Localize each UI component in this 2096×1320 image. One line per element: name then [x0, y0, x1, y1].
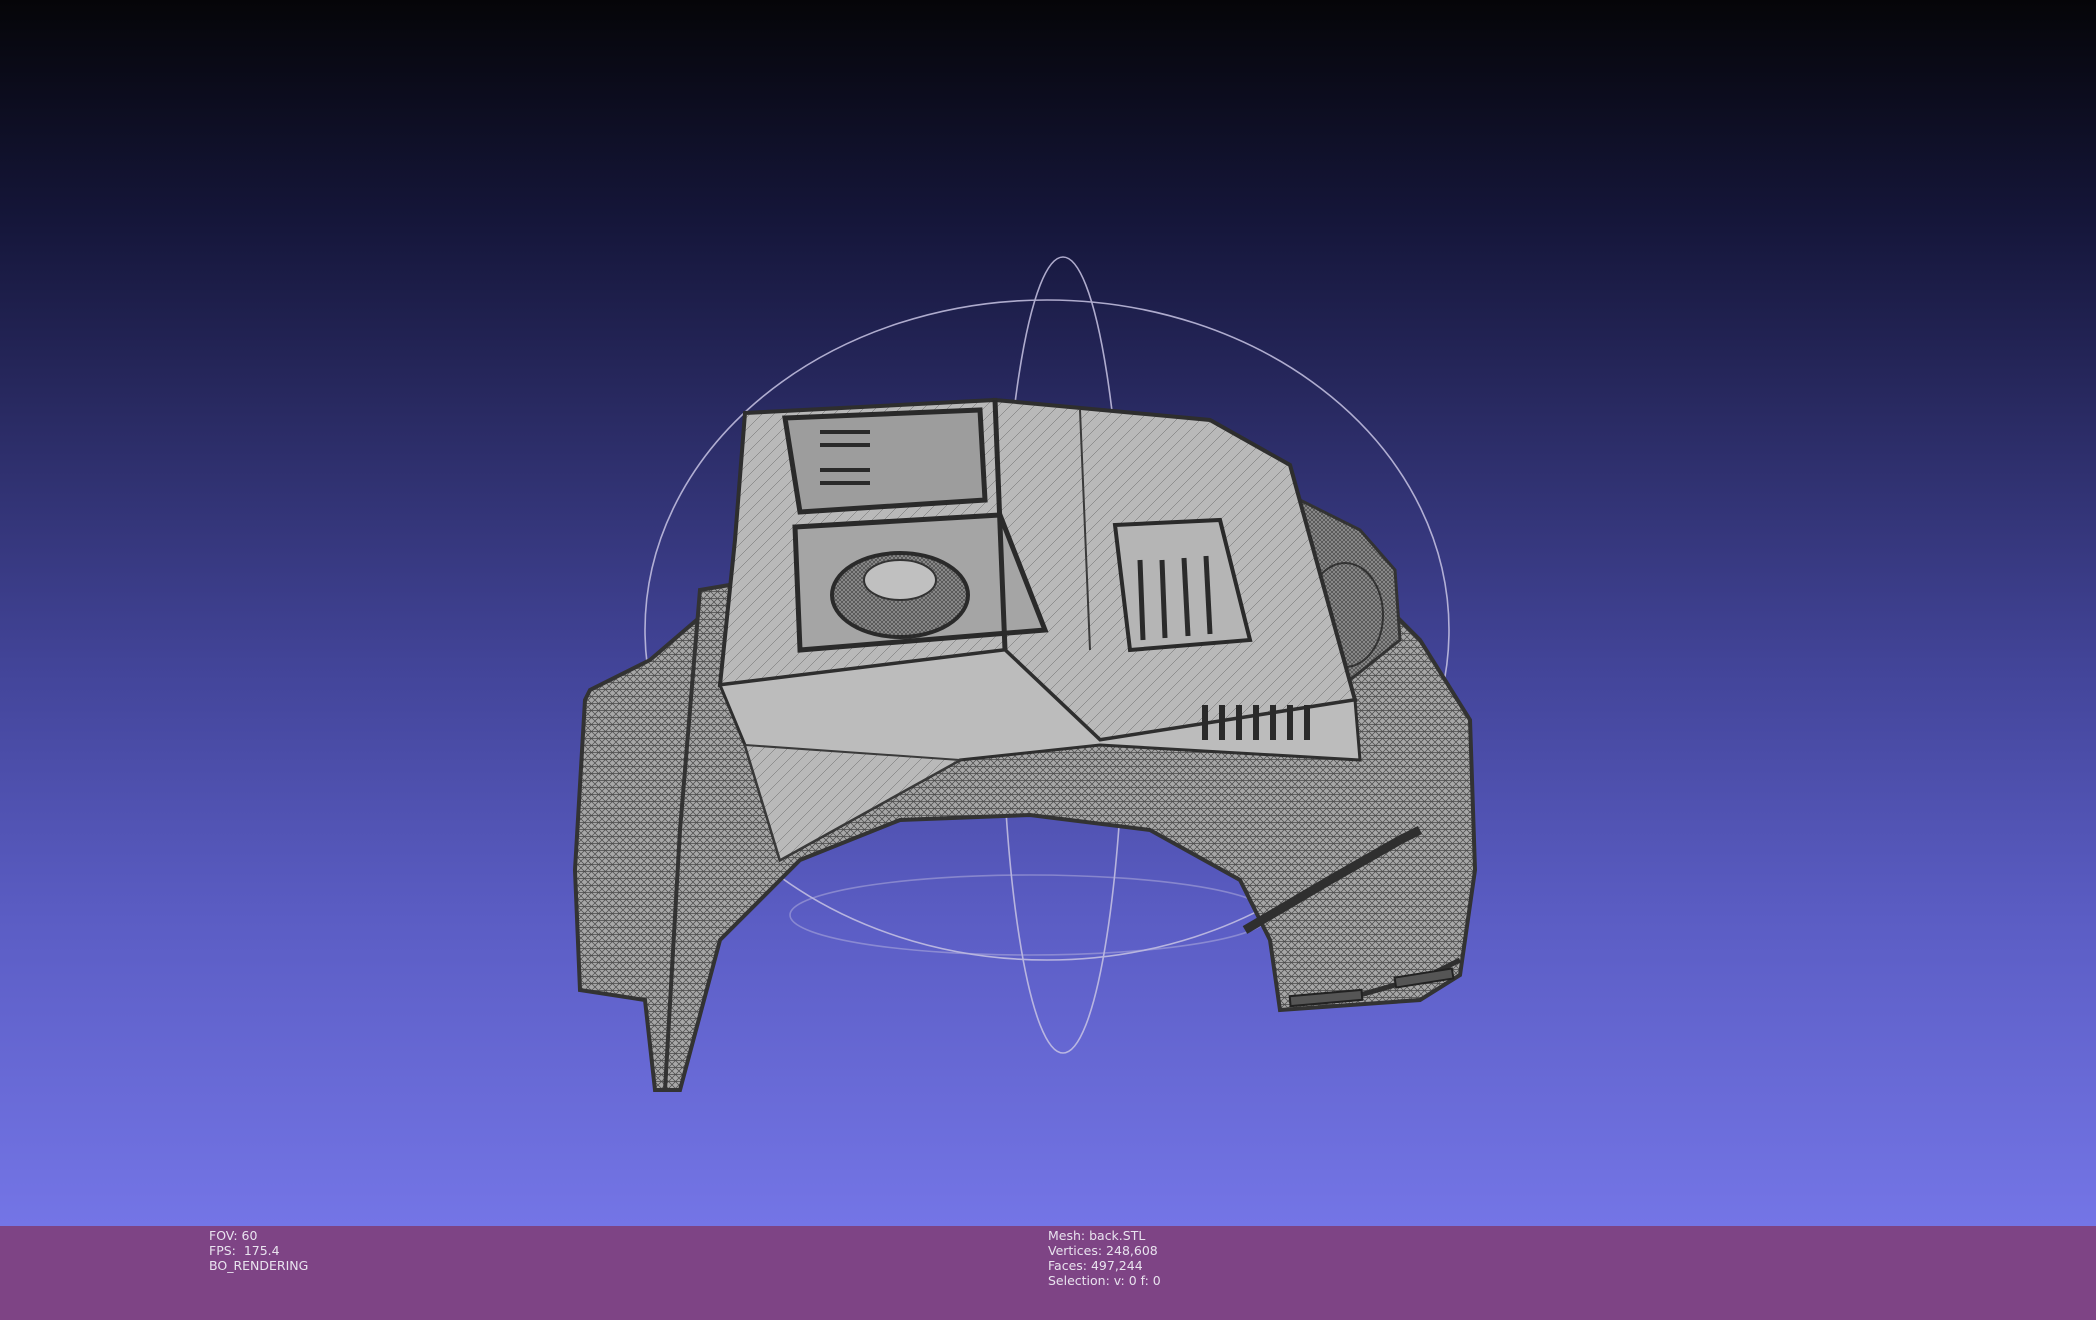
vertex-count: Vertices: 248,608	[1048, 1243, 1158, 1258]
fps-readout: FPS: 175.4	[209, 1243, 280, 1258]
face-count: Faces: 497,244	[1048, 1258, 1143, 1273]
render-info: FOV: 60 FPS: 175.4 BO_RENDERING	[209, 1228, 308, 1273]
3d-viewport[interactable]	[0, 0, 2096, 1226]
mesh-name: Mesh: back.STL	[1048, 1228, 1146, 1243]
render-mode: BO_RENDERING	[209, 1258, 309, 1273]
selection-info: Selection: v: 0 f: 0	[1048, 1273, 1161, 1288]
fov-readout: FOV: 60	[209, 1228, 258, 1243]
mesh-info: Mesh: back.STL Vertices: 248,608 Faces: 49…	[1048, 1228, 1161, 1288]
mesh-model	[572, 397, 1478, 1092]
mesh-render[interactable]	[0, 0, 2096, 1226]
trackball-ring-depth	[789, 874, 1271, 956]
